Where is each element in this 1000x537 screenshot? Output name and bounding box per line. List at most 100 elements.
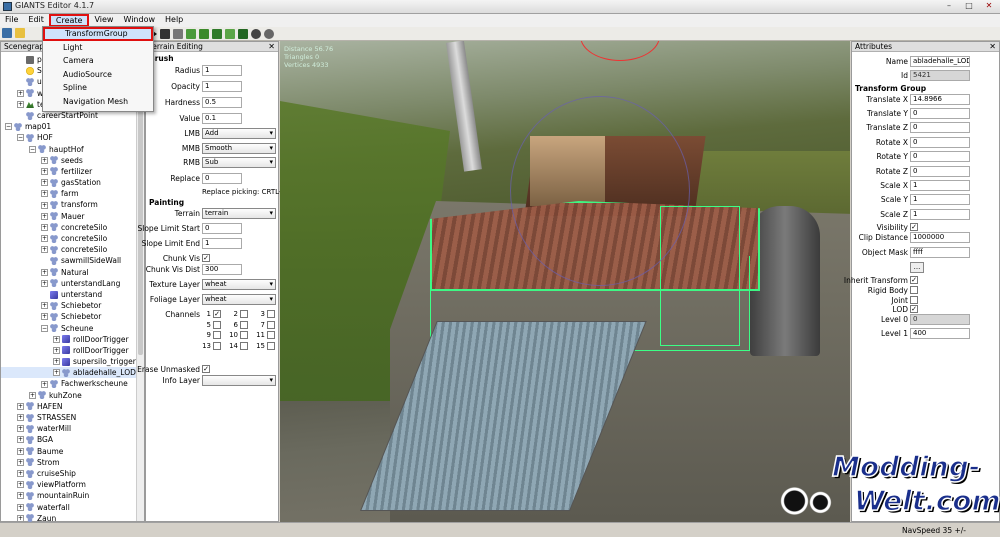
expand-icon[interactable]: + [17,447,24,455]
value-input[interactable]: 0.1 [202,113,242,124]
tree-item[interactable]: + fertilizer [1,166,144,177]
tree-item[interactable]: + cruiseShip [1,468,144,479]
tree-item[interactable]: + Fachwerkscheune [1,378,144,389]
expand-icon[interactable]: + [41,380,48,388]
move-tool-icon[interactable] [173,28,183,39]
tree-item[interactable]: + unterstandLang [1,278,144,289]
tree-item[interactable]: − HOF [1,132,144,143]
expand-icon[interactable]: + [17,503,24,511]
tree-item[interactable]: + gasStation [1,177,144,188]
terrain-paint-icon[interactable] [199,28,209,39]
replace-input[interactable]: 0 [202,173,242,184]
lmb-select[interactable]: Add [202,128,276,139]
info-layer-select[interactable] [202,375,276,386]
expand-icon[interactable]: + [41,223,48,231]
inherit-transform-checkbox[interactable]: ✓ [910,276,918,284]
foliage-paint-icon[interactable] [212,28,222,39]
opacity-input[interactable]: 1 [202,81,242,92]
tree-item[interactable]: + HAFEN [1,401,144,412]
expand-icon[interactable]: + [41,190,48,198]
expand-icon[interactable]: + [17,425,24,433]
grass-paint-icon[interactable] [225,28,235,39]
foliage-layer-select[interactable]: wheat [202,294,276,305]
expand-icon[interactable]: + [41,212,48,220]
object-mask-more-button[interactable]: ... [910,262,924,273]
expand-icon[interactable]: + [17,481,24,489]
close-icon[interactable]: ✕ [268,42,275,52]
object-mask-input[interactable]: ffff [910,247,970,258]
expand-icon[interactable]: + [53,335,60,343]
menu-item-audiosource[interactable]: AudioSource [43,68,153,82]
channel-checkbox[interactable] [213,320,221,329]
expand-icon[interactable]: + [17,89,24,97]
radius-input[interactable]: 1 [202,65,242,76]
tree-item[interactable]: sawmillSideWall [1,255,144,266]
tree-item[interactable]: + Mauer [1,211,144,222]
expand-icon[interactable]: + [41,268,48,276]
expand-icon[interactable]: + [41,201,48,209]
channel-checkbox[interactable] [267,310,275,318]
chunk-vis-dist-input[interactable]: 300 [202,264,242,275]
close-button[interactable]: ✕ [980,1,998,12]
expand-icon[interactable]: + [41,302,48,310]
scale-y-input[interactable]: 1 [910,194,970,205]
tree-item[interactable]: + farm [1,188,144,199]
tree-item[interactable]: + concreteSilo [1,222,144,233]
close-icon[interactable]: ✕ [989,42,996,52]
translate-y-input[interactable]: 0 [910,108,970,119]
expand-icon[interactable]: + [53,346,60,354]
channel-checkbox[interactable] [240,331,248,339]
expand-icon[interactable]: + [17,514,24,522]
tree-item[interactable]: + seeds [1,155,144,166]
expand-icon[interactable]: + [41,279,48,287]
scenegraph-scrollbar[interactable] [136,53,144,521]
menu-item-transformgroup[interactable]: TransformGroup [43,27,153,41]
expand-icon[interactable]: + [29,391,36,399]
channel-checkbox[interactable]: ✓ [213,310,221,318]
new-file-icon[interactable] [2,28,12,38]
tree-item[interactable]: unterstand [1,289,144,300]
level-1-input[interactable]: 400 [910,328,970,339]
channel-checkbox[interactable] [267,331,275,339]
settings-icon[interactable] [264,28,274,39]
tree-paint-icon[interactable] [238,28,248,39]
rotation-gizmo[interactable] [510,96,690,286]
terrain-select[interactable]: terrain [202,208,276,219]
menu-item-light[interactable]: Light [43,41,153,55]
translate-x-input[interactable]: 14.8966 [910,94,970,105]
tree-item[interactable]: + concreteSilo [1,233,144,244]
channel-checkbox[interactable] [240,320,248,329]
scale-z-input[interactable]: 1 [910,209,970,220]
channel-checkbox[interactable] [267,320,275,329]
menu-file[interactable]: File [0,14,23,27]
tree-item[interactable]: − hauptHof [1,144,144,155]
expand-icon[interactable]: + [41,313,48,321]
expand-icon[interactable]: + [41,156,48,164]
menu-help[interactable]: Help [160,14,188,27]
menu-item-camera[interactable]: Camera [43,54,153,68]
channel-checkbox[interactable] [213,331,221,339]
expand-icon[interactable]: + [41,246,48,254]
clip-distance-input[interactable]: 1000000 [910,232,970,243]
open-folder-icon[interactable] [15,28,25,38]
menu-item-navigation-mesh[interactable]: Navigation Mesh [43,95,153,109]
rmb-select[interactable]: Sub [202,157,276,168]
tree-item[interactable]: + Schiebetor [1,300,144,311]
expand-icon[interactable]: + [17,436,24,444]
expand-icon[interactable]: + [41,179,48,187]
slope-start-input[interactable]: 0 [202,223,242,234]
select-tool-icon[interactable] [160,28,170,39]
channel-checkbox[interactable] [213,341,221,350]
tree-item[interactable]: + Schiebetor [1,311,144,322]
tree-item[interactable]: + STRASSEN [1,412,144,423]
tree-item[interactable]: + rollDoorTrigger [1,345,144,356]
slope-end-input[interactable]: 1 [202,238,242,249]
erase-unmasked-checkbox[interactable]: ✓ [202,365,210,373]
tree-item[interactable]: + Strom [1,457,144,468]
tree-item[interactable]: + BGA [1,434,144,445]
hardness-input[interactable]: 0.5 [202,97,242,108]
tree-item[interactable]: + supersilo_trigger [1,356,144,367]
rigid-body-checkbox[interactable] [910,286,918,294]
expand-icon[interactable]: + [41,167,48,175]
expand-icon[interactable]: + [17,458,24,466]
